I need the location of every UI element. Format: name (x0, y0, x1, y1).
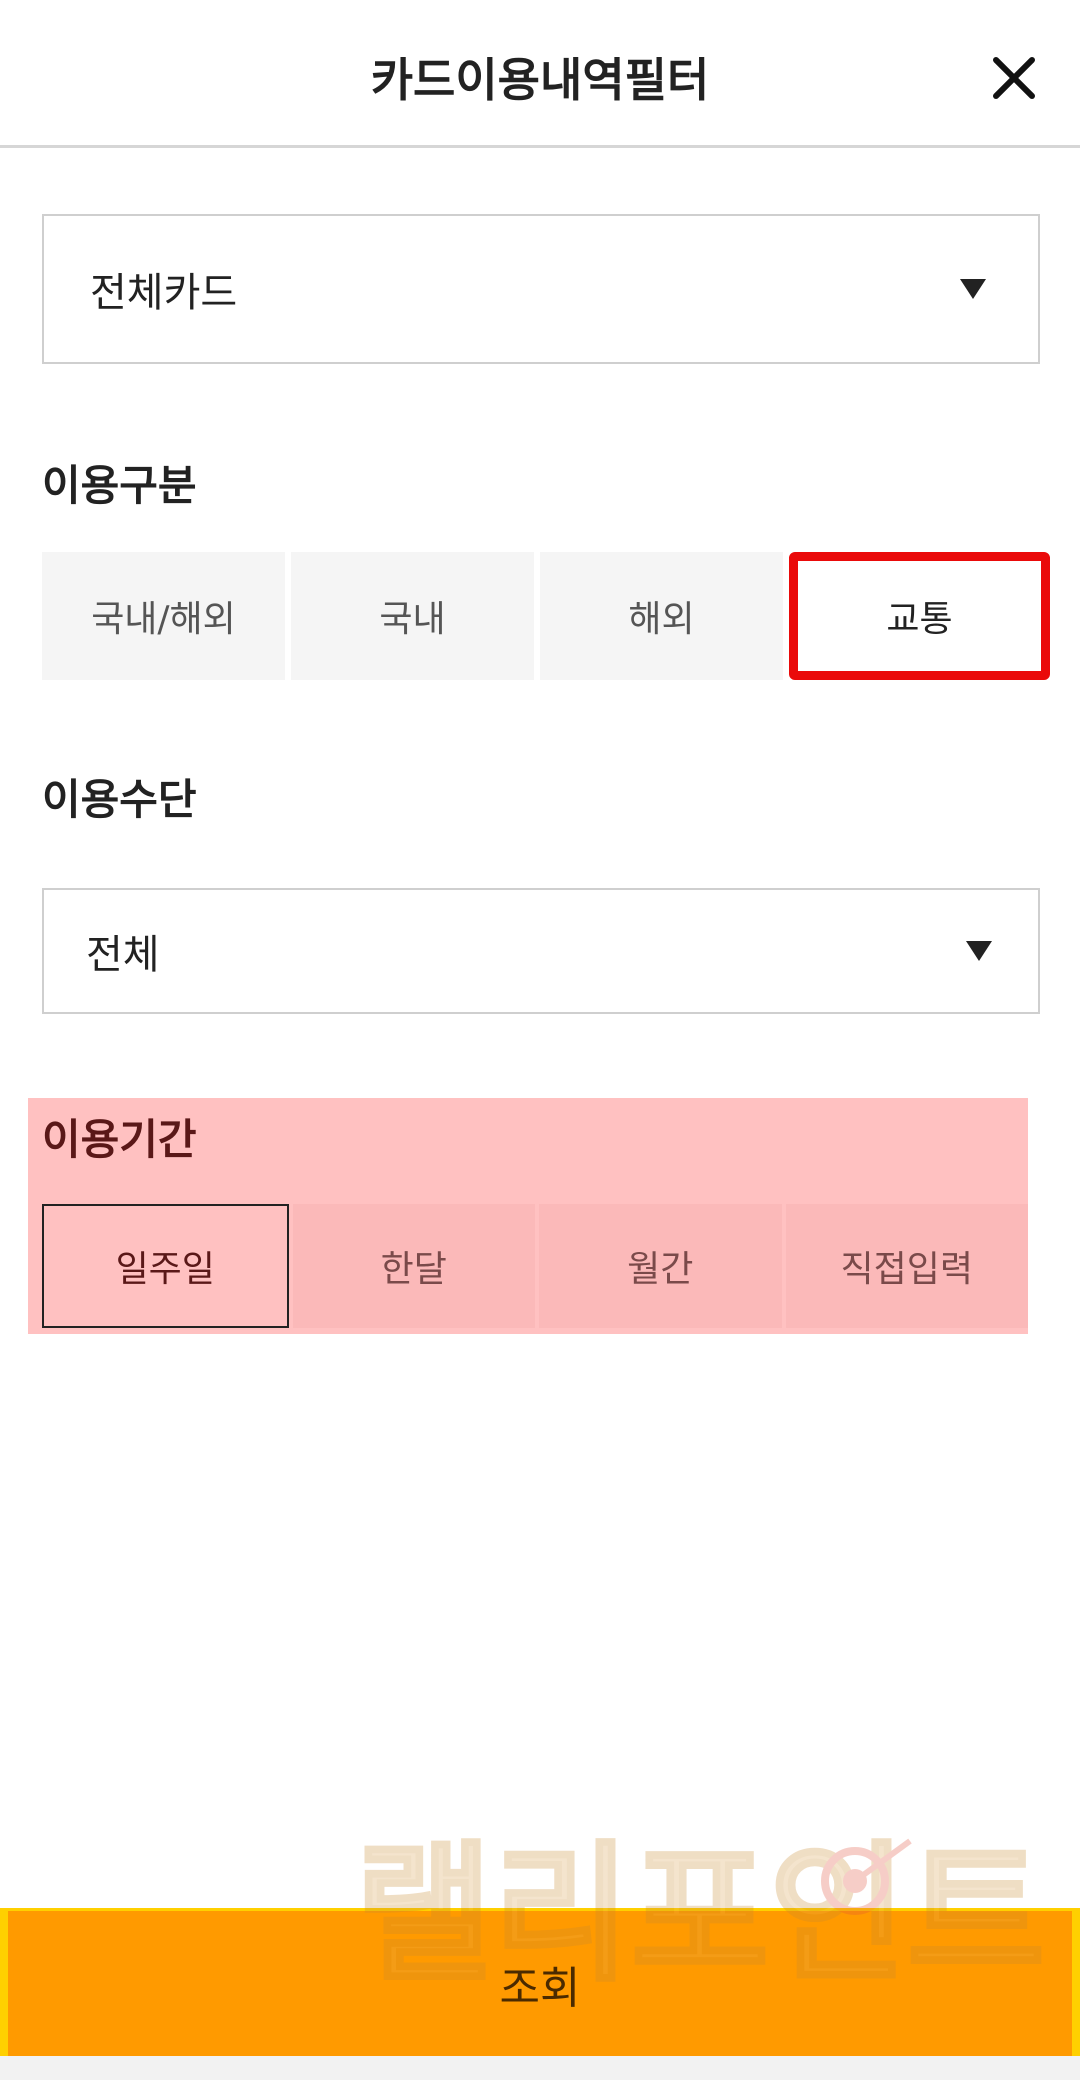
usage-period-section: 이용기간 일주일 한달 월간 직접입력 (28, 1098, 1028, 1334)
usage-type-option-transport[interactable]: 교통 (789, 552, 1050, 680)
usage-period-option-monthly[interactable]: 월간 (539, 1204, 782, 1328)
usage-type-title: 이용구분 (42, 461, 197, 510)
page-title: 카드이용내역필터 (370, 53, 710, 107)
caret-down-icon (966, 941, 992, 961)
card-select-dropdown[interactable]: 전체카드 (42, 214, 1040, 364)
usage-type-segments: 국내/해외 국내 해외 교통 (42, 552, 1050, 680)
usage-period-segments: 일주일 한달 월간 직접입력 (42, 1204, 1028, 1328)
usage-period-option-month[interactable]: 한달 (292, 1204, 535, 1328)
usage-period-option-week[interactable]: 일주일 (42, 1204, 289, 1328)
caret-down-icon (960, 279, 986, 299)
filter-header: 카드이용내역필터 (0, 0, 1080, 148)
search-submit-button[interactable]: 조회 (0, 1908, 1080, 2056)
bottom-bar (0, 2056, 1080, 2080)
close-button[interactable] (984, 48, 1044, 108)
usage-type-option-domestic[interactable]: 국내 (291, 552, 534, 680)
card-select-value: 전체카드 (90, 270, 238, 316)
usage-method-value: 전체 (86, 932, 160, 978)
usage-type-option-domestic-overseas[interactable]: 국내/해외 (42, 552, 285, 680)
usage-period-option-custom[interactable]: 직접입력 (785, 1204, 1028, 1328)
usage-type-option-overseas[interactable]: 해외 (540, 552, 783, 680)
usage-method-dropdown[interactable]: 전체 (42, 888, 1040, 1014)
usage-period-title: 이용기간 (42, 1115, 197, 1164)
submit-label: 조회 (499, 1962, 581, 2014)
close-icon (993, 57, 1035, 99)
usage-method-title: 이용수단 (42, 775, 197, 824)
